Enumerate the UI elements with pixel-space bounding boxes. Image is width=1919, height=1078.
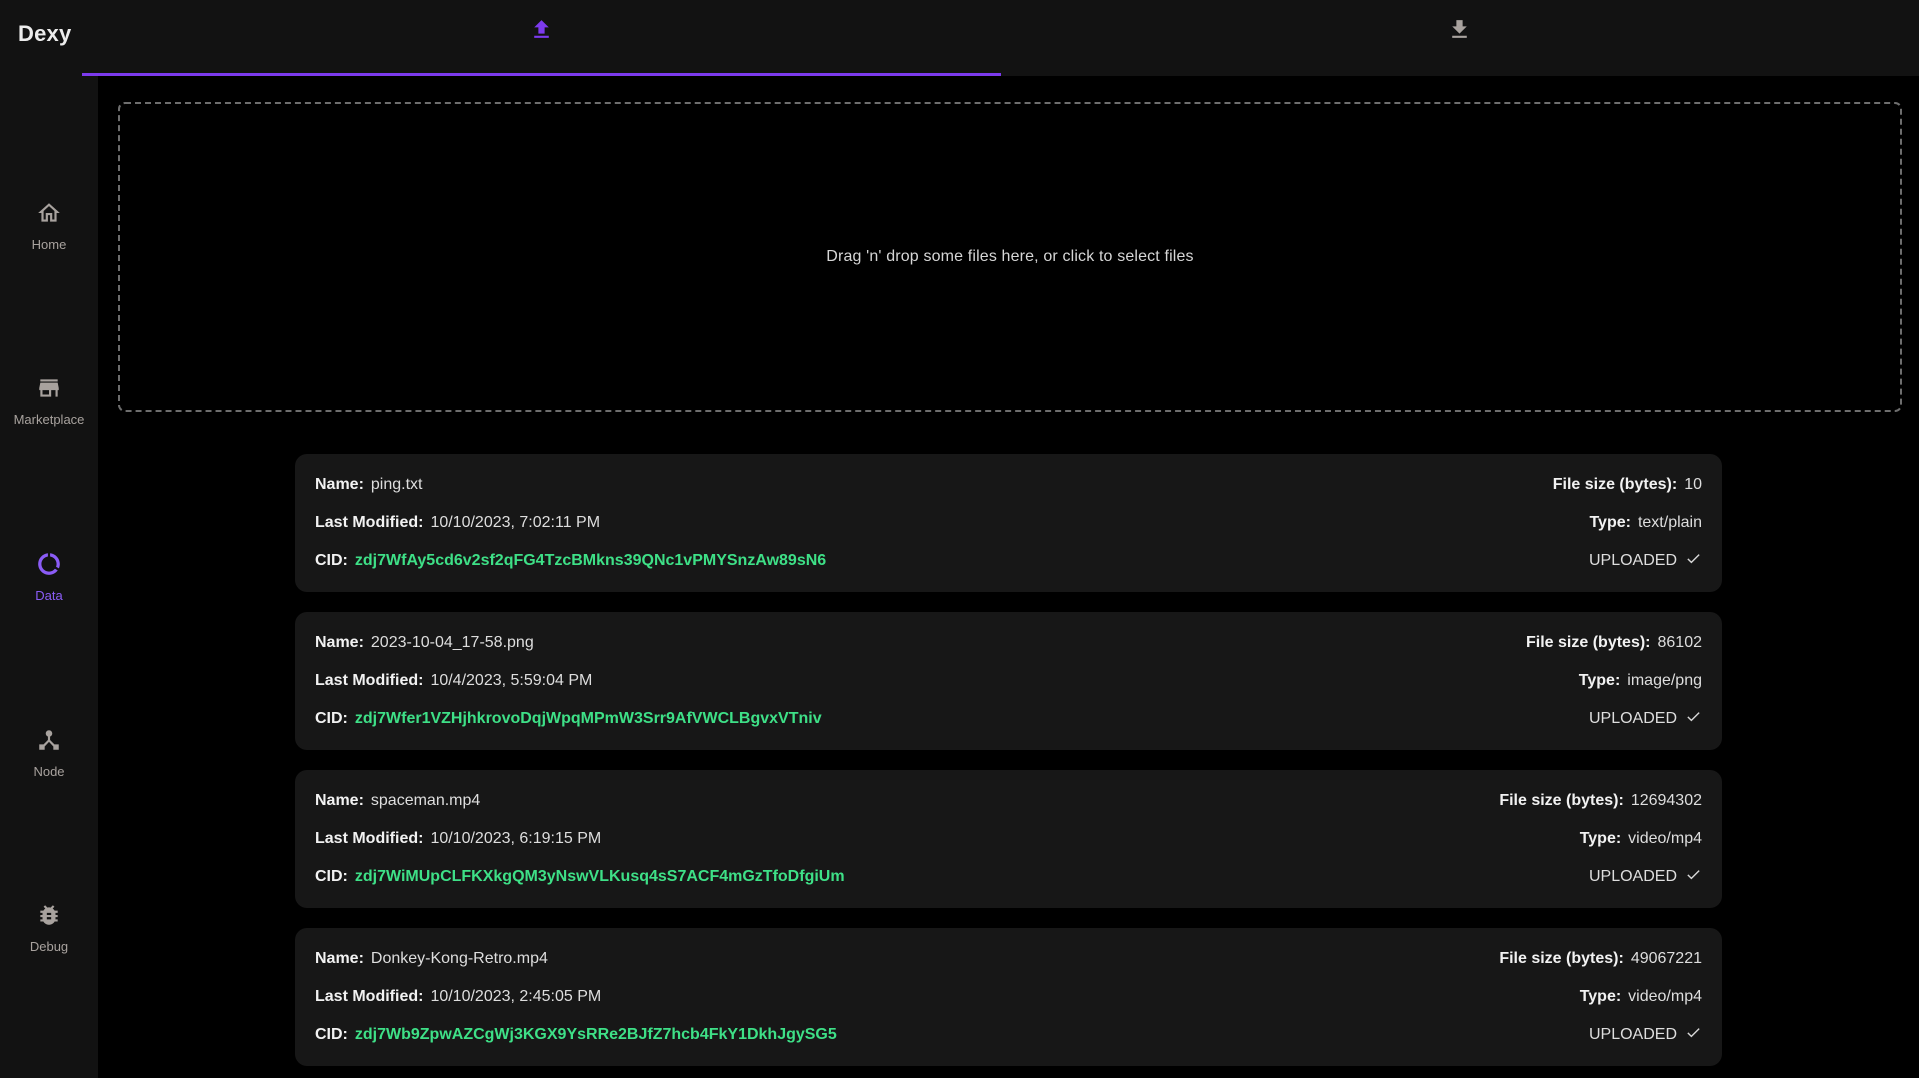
file-cid-value[interactable]: zdj7WfAy5cd6v2sf2qFG4TzcBMkns39QNc1vPMYS…: [355, 552, 826, 570]
file-size-label: File size (bytes):: [1499, 950, 1623, 968]
upload-icon: [529, 17, 554, 47]
sidebar-item-home[interactable]: Home: [0, 200, 98, 252]
file-card: Name: ping.txt Last Modified: 10/10/2023, …: [295, 454, 1722, 592]
check-icon: [1685, 866, 1702, 888]
status-text: UPLOADED: [1589, 1026, 1677, 1044]
file-type-label: Type:: [1579, 672, 1620, 690]
file-card: Name: 2023-10-04_17-58.png Last Modified:…: [295, 612, 1722, 750]
dropzone-text: Drag 'n' drop some files here, or click …: [826, 248, 1193, 266]
file-type-value: video/mp4: [1628, 988, 1702, 1006]
file-cid-label: CID:: [315, 1026, 348, 1044]
file-card: Name: spaceman.mp4 Last Modified: 10/10/20…: [295, 770, 1722, 908]
file-dropzone[interactable]: Drag 'n' drop some files here, or click …: [118, 102, 1902, 412]
file-cid-value[interactable]: zdj7WiMUpCLFKXkgQM3yNswVLKusq4sS7ACF4mGz…: [355, 868, 845, 886]
download-icon: [1447, 17, 1472, 47]
app-logo: Dexy: [0, 0, 82, 76]
tab-upload[interactable]: [82, 0, 1001, 76]
sidebar-item-label: Debug: [30, 939, 68, 954]
file-cid-value[interactable]: zdj7Wfer1VZHjhkrovoDqjWpqMPmW3Srr9AfVWCL…: [355, 710, 822, 728]
file-modified-value: 10/10/2023, 6:19:15 PM: [430, 830, 601, 848]
file-name-label: Name:: [315, 950, 364, 968]
top-bar: Dexy: [0, 0, 1919, 76]
main-content: Drag 'n' drop some files here, or click …: [98, 76, 1919, 1078]
node-icon: [36, 727, 62, 758]
file-size-value: 12694302: [1631, 792, 1702, 810]
file-size-label: File size (bytes):: [1553, 476, 1677, 494]
file-size-value: 86102: [1658, 634, 1703, 652]
sidebar-item-marketplace[interactable]: Marketplace: [0, 375, 98, 427]
data-icon: [36, 551, 62, 582]
file-modified-label: Last Modified:: [315, 988, 423, 1006]
sidebar-item-label: Home: [32, 237, 67, 252]
file-type-value: image/png: [1627, 672, 1702, 690]
sidebar-item-data[interactable]: Data: [0, 551, 98, 603]
file-card: Name: Donkey-Kong-Retro.mp4 Last Modified…: [295, 928, 1722, 1066]
file-size-label: File size (bytes):: [1499, 792, 1623, 810]
tab-bar: [82, 0, 1919, 76]
sidebar-item-debug[interactable]: Debug: [0, 902, 98, 954]
file-type-value: text/plain: [1638, 514, 1702, 532]
file-modified-label: Last Modified:: [315, 514, 423, 532]
file-name-value: 2023-10-04_17-58.png: [371, 634, 534, 652]
file-modified-label: Last Modified:: [315, 830, 423, 848]
file-name-value: spaceman.mp4: [371, 792, 480, 810]
file-name-value: ping.txt: [371, 476, 423, 494]
status-badge: UPLOADED: [1499, 1016, 1702, 1054]
file-cid-label: CID:: [315, 710, 348, 728]
file-size-value: 10: [1684, 476, 1702, 494]
check-icon: [1685, 1024, 1702, 1046]
file-name-value: Donkey-Kong-Retro.mp4: [371, 950, 548, 968]
status-text: UPLOADED: [1589, 710, 1677, 728]
sidebar-item-label: Data: [35, 588, 62, 603]
file-size-label: File size (bytes):: [1526, 634, 1650, 652]
status-badge: UPLOADED: [1553, 542, 1702, 580]
file-name-label: Name:: [315, 634, 364, 652]
status-text: UPLOADED: [1589, 868, 1677, 886]
marketplace-icon: [36, 375, 62, 406]
status-badge: UPLOADED: [1499, 858, 1702, 896]
file-type-label: Type:: [1589, 514, 1630, 532]
file-type-label: Type:: [1580, 830, 1621, 848]
file-cid-value[interactable]: zdj7Wb9ZpwAZCgWj3KGX9YsRRe2BJfZ7hcb4FkY1…: [355, 1026, 837, 1044]
file-modified-value: 10/10/2023, 2:45:05 PM: [430, 988, 601, 1006]
file-size-value: 49067221: [1631, 950, 1702, 968]
file-name-label: Name:: [315, 792, 364, 810]
file-modified-label: Last Modified:: [315, 672, 423, 690]
sidebar-item-label: Node: [33, 764, 64, 779]
sidebar: Home Marketplace Data Node Debug: [0, 76, 98, 1078]
file-modified-value: 10/4/2023, 5:59:04 PM: [430, 672, 592, 690]
sidebar-item-node[interactable]: Node: [0, 727, 98, 779]
bug-icon: [36, 902, 62, 933]
check-icon: [1685, 550, 1702, 572]
status-text: UPLOADED: [1589, 552, 1677, 570]
file-cid-label: CID:: [315, 868, 348, 886]
tab-download[interactable]: [1001, 0, 1919, 76]
file-type-label: Type:: [1580, 988, 1621, 1006]
check-icon: [1685, 708, 1702, 730]
file-type-value: video/mp4: [1628, 830, 1702, 848]
status-badge: UPLOADED: [1526, 700, 1702, 738]
file-name-label: Name:: [315, 476, 364, 494]
file-modified-value: 10/10/2023, 7:02:11 PM: [430, 514, 600, 532]
sidebar-item-label: Marketplace: [14, 412, 85, 427]
file-list: Name: ping.txt Last Modified: 10/10/2023, …: [295, 454, 1722, 1066]
home-icon: [36, 200, 62, 231]
file-cid-label: CID:: [315, 552, 348, 570]
